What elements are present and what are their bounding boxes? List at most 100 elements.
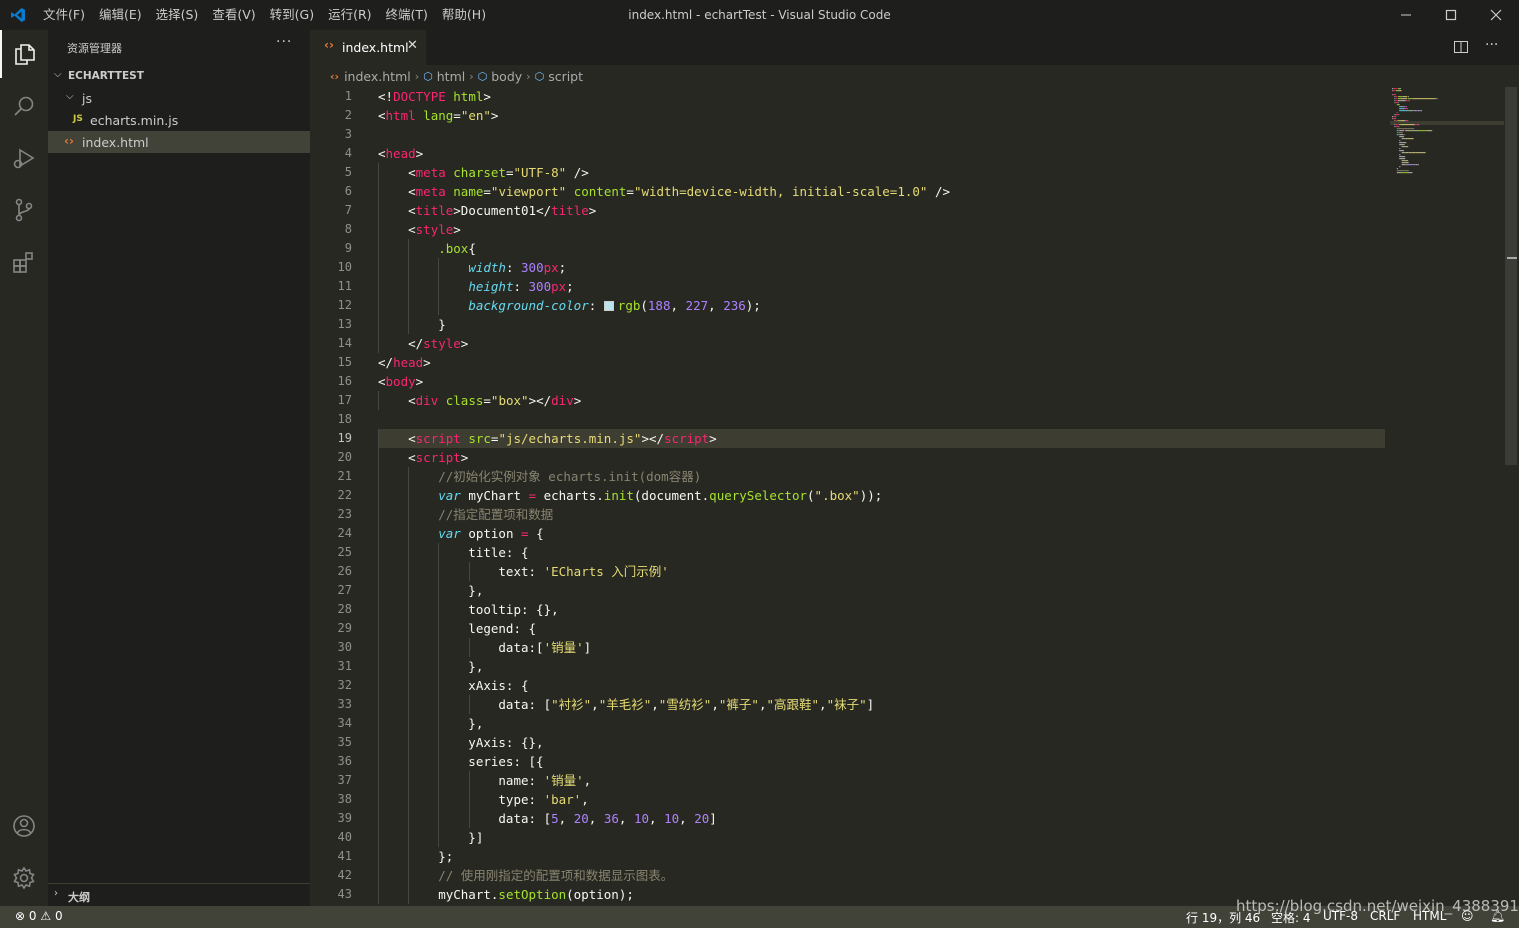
code-line[interactable]: var option = { xyxy=(378,524,1388,543)
minimap-token xyxy=(1399,154,1401,156)
tab-index-html[interactable]: ‹› index.html ✕ xyxy=(310,30,426,65)
code-lines[interactable]: <!DOCTYPE html> <html lang="en"> <head> <m… xyxy=(378,87,1388,904)
code-line[interactable]: <script src="js/echarts.min.js"></script… xyxy=(378,429,1385,448)
breadcrumb-html[interactable]: ⬡ html › xyxy=(423,69,478,84)
code-line[interactable]: }, xyxy=(378,581,1388,600)
code-line[interactable]: height: 300px; xyxy=(378,277,1388,296)
menu-go[interactable]: 转到(G) xyxy=(263,0,321,30)
code-line[interactable]: </head> xyxy=(378,353,1388,372)
breadcrumb-script[interactable]: ⬡ script xyxy=(535,69,583,84)
code-line[interactable]: </style> xyxy=(378,334,1388,353)
code-line[interactable]: <html lang="en"> xyxy=(378,106,1388,125)
code-token: name: xyxy=(378,773,544,788)
code-line[interactable]: } xyxy=(378,315,1388,334)
close-window-button[interactable] xyxy=(1473,0,1519,30)
maximize-button[interactable] xyxy=(1428,0,1474,30)
code-line[interactable]: }; xyxy=(378,847,1388,866)
minimap-token xyxy=(1411,152,1413,154)
tree-item-js-folder[interactable]: ⌵ js xyxy=(48,87,310,109)
code-token: > xyxy=(483,89,491,104)
code-token: = xyxy=(521,526,529,541)
code-line[interactable] xyxy=(378,125,1388,144)
code-line[interactable]: yAxis: {}, xyxy=(378,733,1388,752)
code-line[interactable]: .box{ xyxy=(378,239,1388,258)
code-line[interactable]: //指定配置项和数据 xyxy=(378,505,1388,524)
code-line[interactable]: var myChart = echarts.init(document.quer… xyxy=(378,486,1388,505)
code-line[interactable]: legend: { xyxy=(378,619,1388,638)
line-number: 27 xyxy=(337,583,352,597)
vertical-scrollbar[interactable] xyxy=(1504,87,1518,906)
code-line[interactable]: data: [5, 20, 36, 10, 10, 20] xyxy=(378,809,1388,828)
code-token: , xyxy=(670,298,686,313)
color-swatch[interactable] xyxy=(603,301,614,311)
code-line[interactable]: data:['销量'] xyxy=(378,638,1388,657)
code-line[interactable]: <!DOCTYPE html> xyxy=(378,87,1388,106)
code-line[interactable]: title: { xyxy=(378,543,1388,562)
code-token: width xyxy=(468,260,506,275)
activity-extensions[interactable] xyxy=(0,238,48,286)
activity-accounts[interactable] xyxy=(0,802,48,850)
indent-guide xyxy=(408,695,410,714)
code-line[interactable]: <div class="box"></div> xyxy=(378,391,1388,410)
minimap[interactable] xyxy=(1390,87,1504,187)
code-line[interactable]: tooltip: {}, xyxy=(378,600,1388,619)
indent-guide xyxy=(378,201,379,220)
code-line[interactable]: // 使用刚指定的配置项和数据显示图表。 xyxy=(378,866,1388,885)
minimap-token xyxy=(1405,138,1414,140)
tree-item-echarts-min-js[interactable]: JS echarts.min.js xyxy=(48,109,310,131)
code-line[interactable]: data: ["衬衫","羊毛衫","雪纺衫","裤子","高跟鞋","袜子"] xyxy=(378,695,1388,714)
code-line[interactable]: }] xyxy=(378,828,1388,847)
minimap-token xyxy=(1398,98,1401,100)
code-token: = xyxy=(453,108,461,123)
activity-source-control[interactable] xyxy=(0,186,48,234)
code-line[interactable]: }, xyxy=(378,714,1388,733)
minimap-token xyxy=(1394,98,1395,100)
menu-edit[interactable]: 编辑(E) xyxy=(92,0,149,30)
activity-manage[interactable] xyxy=(0,854,48,902)
minimap-token xyxy=(1395,118,1396,120)
activity-run-debug[interactable] xyxy=(0,134,48,182)
breadcrumb-body[interactable]: ⬡ body › xyxy=(478,69,535,84)
scrollbar-thumb[interactable] xyxy=(1505,87,1517,465)
indent-guide xyxy=(408,505,410,524)
code-line[interactable]: series: [{ xyxy=(378,752,1388,771)
code-line[interactable]: name: '销量', xyxy=(378,771,1388,790)
code-editor[interactable]: 1 2 3 4 5 6 7 8 9 10 11 12 13 14 15 16 17 18 19 20 21 22 23 24 2… xyxy=(310,87,1519,906)
outline-section-header[interactable]: › 大纲 xyxy=(48,883,310,906)
menu-file[interactable]: 文件(F) xyxy=(36,0,92,30)
code-token: html xyxy=(453,89,484,104)
line-number: 17 xyxy=(337,393,352,407)
code-line[interactable]: <head> xyxy=(378,144,1388,163)
code-line[interactable]: width: 300px; xyxy=(378,258,1388,277)
code-line[interactable]: <meta name="viewport" content="width=dev… xyxy=(378,182,1388,201)
minimize-button[interactable] xyxy=(1383,0,1429,30)
code-line[interactable]: background-color: rgb(188, 227, 236); xyxy=(378,296,1388,315)
activity-search[interactable] xyxy=(0,82,48,130)
menu-selection[interactable]: 选择(S) xyxy=(149,0,206,30)
menu-help[interactable]: 帮助(H) xyxy=(435,0,493,30)
tab-close-button[interactable]: ✕ xyxy=(407,38,418,53)
code-line[interactable]: <script> xyxy=(378,448,1388,467)
menu-terminal[interactable]: 终端(T) xyxy=(379,0,435,30)
code-token: // 使用刚指定的配置项和数据显示图表。 xyxy=(438,868,674,883)
menu-run[interactable]: 运行(R) xyxy=(321,0,378,30)
code-line[interactable]: //初始化实例对象 echarts.init(dom容器) xyxy=(378,467,1388,486)
menu-view[interactable]: 查看(V) xyxy=(205,0,262,30)
more-actions-button[interactable]: ··· xyxy=(276,34,292,50)
split-editor-button[interactable] xyxy=(1453,39,1469,55)
code-line[interactable]: <meta charset="UTF-8" /> xyxy=(378,163,1388,182)
code-line[interactable] xyxy=(378,410,1388,429)
code-line[interactable]: }, xyxy=(378,657,1388,676)
code-line[interactable]: <title>Document01</title> xyxy=(378,201,1388,220)
code-line[interactable]: type: 'bar', xyxy=(378,790,1388,809)
code-line[interactable]: text: 'ECharts 入门示例' xyxy=(378,562,1388,581)
editor-more-actions-button[interactable]: ··· xyxy=(1485,37,1498,53)
activity-explorer[interactable] xyxy=(0,30,48,78)
problems-indicator[interactable]: ⊗ 0 ⚠ 0 xyxy=(15,909,63,923)
workspace-section-header[interactable]: ⌵ ECHARTTEST xyxy=(48,65,310,87)
code-line[interactable]: <style> xyxy=(378,220,1388,239)
tree-item-index-html[interactable]: ‹› index.html xyxy=(48,131,310,153)
breadcrumb-file[interactable]: ‹› index.html › xyxy=(330,69,423,84)
code-line[interactable]: <body> xyxy=(378,372,1388,391)
code-line[interactable]: xAxis: { xyxy=(378,676,1388,695)
